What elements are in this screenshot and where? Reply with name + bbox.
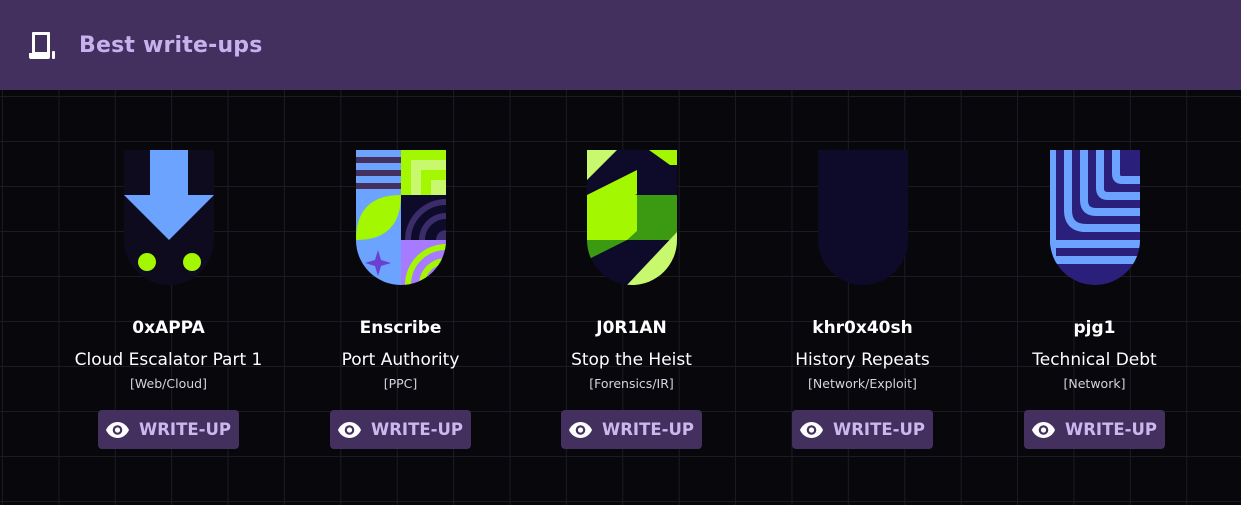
write-up-button[interactable]: WRITE-UP <box>561 410 702 449</box>
write-up-button[interactable]: WRITE-UP <box>98 410 239 449</box>
port-authority-badge-icon <box>355 150 446 285</box>
challenge-category: [Network] <box>1063 376 1126 391</box>
history-repeats-badge-icon <box>817 150 908 285</box>
write-up-button-label: WRITE-UP <box>833 420 925 439</box>
write-up-button-label: WRITE-UP <box>371 420 463 439</box>
writeup-card: pjg1 Technical Debt [Network] WRITE-UP <box>979 90 1210 449</box>
section-header: Best write-ups <box>0 0 1241 90</box>
write-up-button-label: WRITE-UP <box>139 420 231 439</box>
write-up-button[interactable]: WRITE-UP <box>330 410 471 449</box>
write-up-button[interactable]: WRITE-UP <box>1024 410 1165 449</box>
stop-heist-badge-icon <box>586 150 677 285</box>
write-up-button-label: WRITE-UP <box>602 420 694 439</box>
author-name: khr0x40sh <box>812 318 913 338</box>
author-name: pjg1 <box>1073 318 1116 338</box>
writeup-card: Enscribe Port Authority [PPC] WRITE-UP <box>285 90 516 449</box>
eye-icon <box>338 421 362 438</box>
writeup-card: 0xAPPA Cloud Escalator Part 1 [Web/Cloud… <box>53 90 284 449</box>
arrow-down-badge-icon <box>123 150 214 285</box>
challenge-category: [Network/Exploit] <box>808 376 917 391</box>
writeup-card: J0R1AN Stop the Heist [Forensics/IR] WRI… <box>516 90 747 449</box>
challenge-title: Port Authority <box>341 350 460 370</box>
author-name: 0xAPPA <box>132 318 205 338</box>
challenge-title: History Repeats <box>795 350 930 370</box>
challenge-title: Technical Debt <box>1032 350 1157 370</box>
writeups-grid: 0xAPPA Cloud Escalator Part 1 [Web/Cloud… <box>0 90 1241 505</box>
technical-debt-badge-icon <box>1049 150 1140 285</box>
document-icon <box>26 29 58 61</box>
section-title: Best write-ups <box>79 32 263 58</box>
author-name: J0R1AN <box>596 318 667 338</box>
eye-icon <box>569 421 593 438</box>
challenge-category: [Forensics/IR] <box>589 376 674 391</box>
challenge-title: Cloud Escalator Part 1 <box>74 350 263 370</box>
challenge-title: Stop the Heist <box>571 350 692 370</box>
challenge-category: [Web/Cloud] <box>130 376 207 391</box>
eye-icon <box>1032 421 1056 438</box>
write-up-button[interactable]: WRITE-UP <box>792 410 933 449</box>
write-up-button-label: WRITE-UP <box>1065 420 1157 439</box>
eye-icon <box>106 421 130 438</box>
challenge-category: [PPC] <box>383 376 418 391</box>
writeup-card: khr0x40sh History Repeats [Network/Explo… <box>747 90 978 449</box>
author-name: Enscribe <box>359 318 442 338</box>
eye-icon <box>800 421 824 438</box>
